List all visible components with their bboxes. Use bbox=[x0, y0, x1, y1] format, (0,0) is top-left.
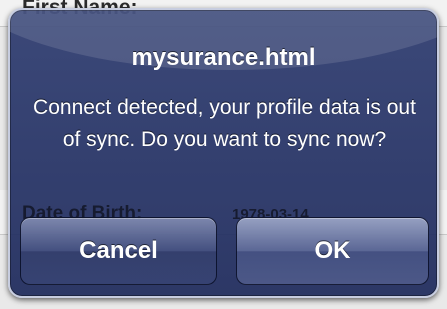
screen: First Name: Date of Birth: 1978-03-14 my… bbox=[0, 0, 447, 309]
alert-title: mysurance.html bbox=[131, 44, 316, 71]
ok-button[interactable]: OK bbox=[236, 217, 429, 285]
sync-alert-dialog: Date of Birth: 1978-03-14 mysurance.html… bbox=[8, 8, 439, 298]
alert-message: Connect detected, your profile data is o… bbox=[33, 96, 416, 151]
cancel-button[interactable]: Cancel bbox=[20, 217, 217, 285]
